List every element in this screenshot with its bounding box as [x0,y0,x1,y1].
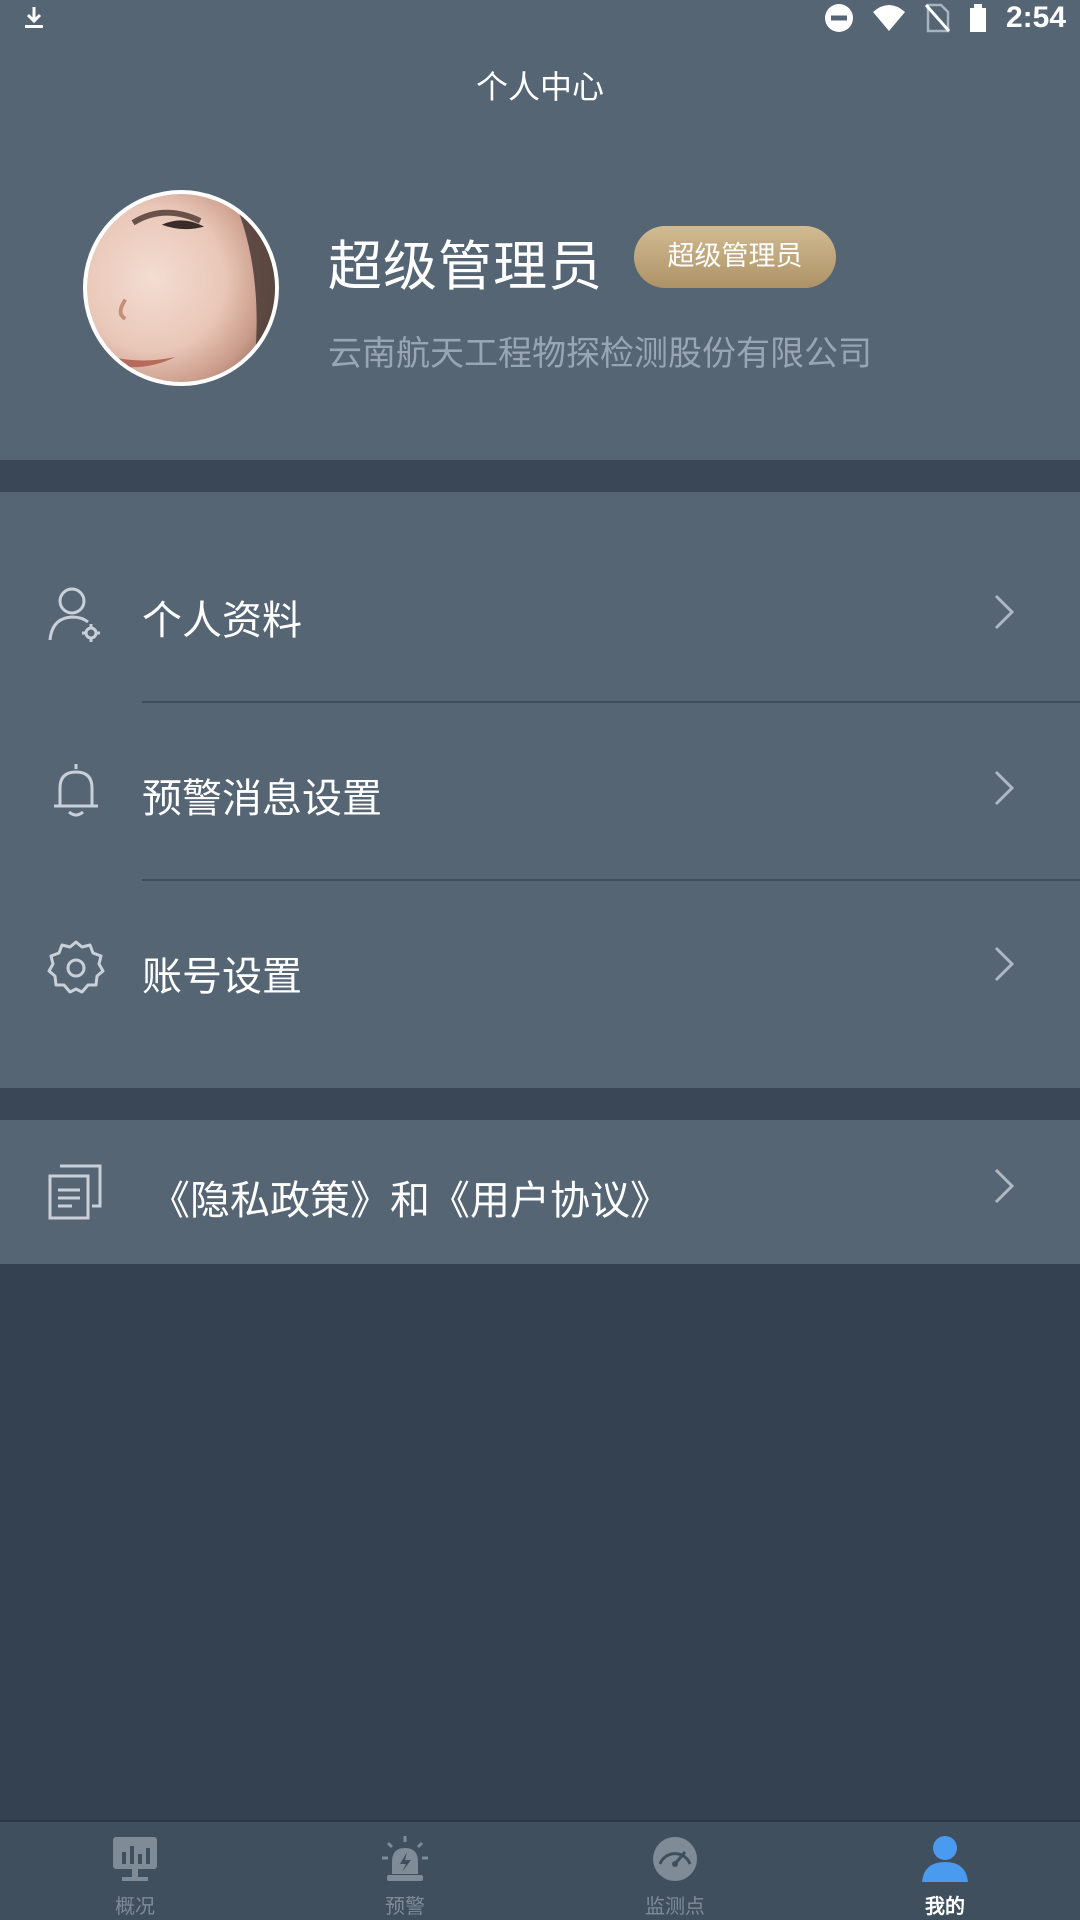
nav-label: 监测点 [645,1894,705,1918]
policy-label: 《隐私政策》和《用户协议》 [150,1178,670,1224]
status-time: 2:54 [1005,1,1066,34]
menu-item-account-settings[interactable]: 账号设置 [0,848,1080,1024]
dashboard-icon [113,1837,157,1881]
menu-item-label: 个人资料 [142,598,302,644]
company-name: 云南航天工程物探检测股份有限公司 [328,334,872,374]
gauge-icon [653,1837,697,1881]
menu-item-alert-settings[interactable]: 预警消息设置 [0,672,1080,848]
menu-item-profile[interactable]: 个人资料 [0,492,1080,668]
avatar[interactable] [83,190,279,386]
chevron-right-icon [994,946,1015,982]
user-name: 超级管理员 [328,235,603,298]
avatar-photo [104,194,275,382]
user-settings-icon [48,587,100,642]
chevron-right-icon [994,1168,1015,1204]
bottom-nav: 概况 预警 监测点 我的 [0,1820,1080,1920]
wifi-icon [872,5,905,31]
section-divider [0,1088,1080,1120]
policy-card: 《隐私政策》和《用户协议》 [0,1120,1080,1264]
bell-icon [54,764,98,817]
person-icon [922,1836,968,1882]
chevron-right-icon [994,770,1015,806]
document-icon [48,1164,102,1220]
role-badge: 超级管理员 [634,226,836,288]
menu-item-policy[interactable]: 《隐私政策》和《用户协议》 [0,1120,1080,1264]
battery-icon [969,4,986,32]
nav-label: 我的 [925,1894,965,1918]
nav-item-mine[interactable]: 我的 [810,1822,1080,1920]
menu-item-label: 预警消息设置 [142,776,382,822]
menu-item-label: 账号设置 [142,954,302,1000]
do-not-disturb-icon [824,4,853,32]
profile-header: 2:54 个人中心 超级管理员 超级管理员 云南航天工程物探检测股份有限公司 [0,0,1080,460]
nav-label: 概况 [115,1894,155,1918]
chevron-right-icon [994,594,1015,630]
nav-item-alerts[interactable]: 预警 [270,1822,540,1920]
gear-icon [47,940,105,994]
section-divider [0,460,1080,492]
status-bar: 2:54 [0,0,1080,36]
download-icon [25,7,43,28]
nav-label: 预警 [385,1894,425,1918]
nav-item-overview[interactable]: 概况 [0,1822,270,1920]
alarm-icon [382,1836,428,1881]
nav-item-monitoring-points[interactable]: 监测点 [540,1822,810,1920]
settings-menu: 个人资料 预警消息设置 账号设置 [0,492,1080,1088]
no-sim-icon [924,3,950,33]
page-title: 个人中心 [475,68,604,106]
